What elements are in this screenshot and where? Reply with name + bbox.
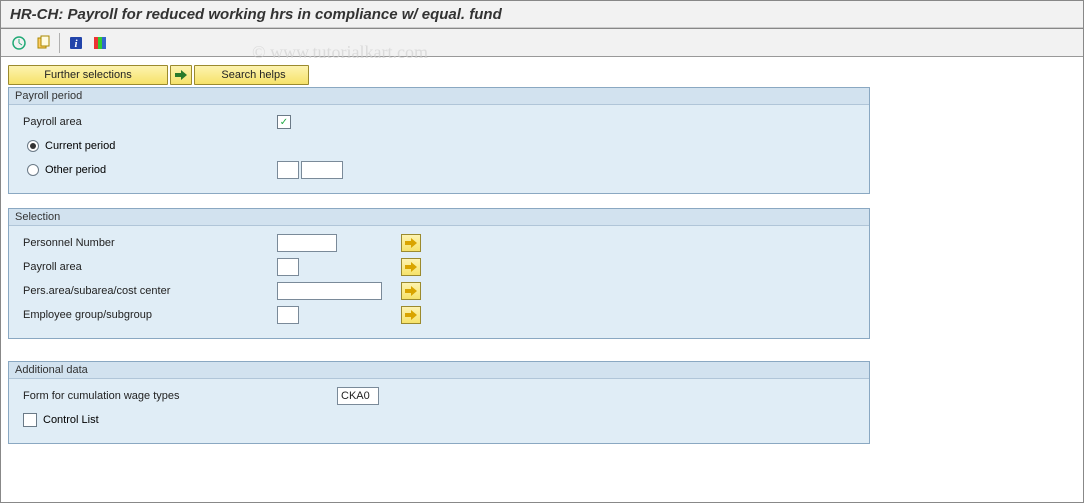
personnel-number-label: Personnel Number xyxy=(19,237,277,249)
execute-icon[interactable] xyxy=(8,32,30,54)
control-list-label: Control List xyxy=(43,414,99,426)
group-additional-data: Additional data Form for cumulation wage… xyxy=(8,361,870,444)
form-cumulation-label: Form for cumulation wage types xyxy=(19,390,337,402)
further-selections-button[interactable]: Further selections xyxy=(8,65,168,85)
other-period-input-1[interactable] xyxy=(277,161,299,179)
pers-area-label: Pers.area/subarea/cost center xyxy=(19,285,277,297)
arrow-icon[interactable] xyxy=(170,65,192,85)
multi-select-icon[interactable] xyxy=(401,258,421,276)
search-helps-button[interactable]: Search helps xyxy=(194,65,309,85)
app-toolbar: i xyxy=(0,29,1084,57)
radio-other-period[interactable] xyxy=(27,164,39,176)
window-title: HR-CH: Payroll for reduced working hrs i… xyxy=(0,0,1084,28)
get-variant-icon[interactable] xyxy=(32,32,54,54)
payroll-area-input[interactable] xyxy=(277,258,299,276)
form-cumulation-input[interactable] xyxy=(337,387,379,405)
group-selection: Selection Personnel Number Payroll area … xyxy=(8,208,870,339)
employee-group-label: Employee group/subgroup xyxy=(19,309,277,321)
toolbar-separator xyxy=(59,33,60,53)
group-title: Payroll period xyxy=(9,88,869,105)
info-icon[interactable]: i xyxy=(65,32,87,54)
other-period-label: Other period xyxy=(45,164,277,176)
payroll-area-label: Payroll area xyxy=(19,116,277,128)
employee-group-input[interactable] xyxy=(277,306,299,324)
multi-select-icon[interactable] xyxy=(401,282,421,300)
group-payroll-period: Payroll period Payroll area ✓ Current pe… xyxy=(8,87,870,194)
multi-select-icon[interactable] xyxy=(401,234,421,252)
group-title: Additional data xyxy=(9,362,869,379)
current-period-label: Current period xyxy=(45,140,115,152)
payroll-area-sel-label: Payroll area xyxy=(19,261,277,273)
control-list-checkbox[interactable]: ✓ xyxy=(23,413,37,427)
personnel-number-input[interactable] xyxy=(277,234,337,252)
action-button-row: Further selections Search helps xyxy=(8,65,1076,85)
group-title: Selection xyxy=(9,209,869,226)
content-area: Further selections Search helps Payroll … xyxy=(0,57,1084,466)
multi-select-icon[interactable] xyxy=(401,306,421,324)
other-period-input-2[interactable] xyxy=(301,161,343,179)
payroll-area-checkbox[interactable]: ✓ xyxy=(277,115,291,129)
pers-area-input[interactable] xyxy=(277,282,382,300)
color-legend-icon[interactable] xyxy=(89,32,111,54)
radio-current-period[interactable] xyxy=(27,140,39,152)
